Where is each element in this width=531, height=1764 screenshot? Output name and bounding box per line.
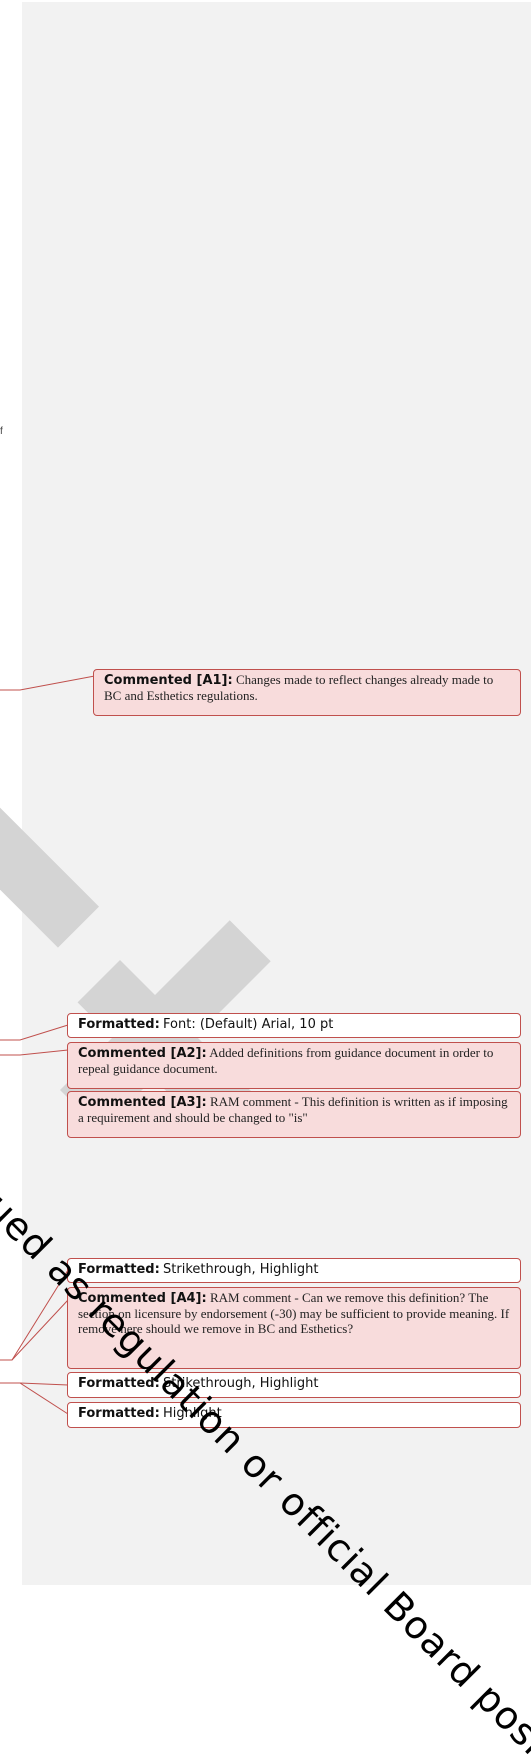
comment-balloon-a3[interactable]: Commented [A3]: RAM comment - This defin… — [67, 1091, 521, 1138]
comment-label: Commented [A3]: — [78, 1095, 207, 1110]
comment-balloon-a1[interactable]: Commented [A1]: Changes made to reflect … — [93, 669, 521, 716]
format-text: Strikethrough, Highlight — [163, 1262, 319, 1277]
format-label: Formatted: — [78, 1017, 160, 1032]
format-text: Font: (Default) Arial, 10 pt — [163, 1017, 334, 1032]
format-balloon-strike-2[interactable]: Formatted: Strikethrough, Highlight — [67, 1372, 521, 1398]
comment-label: Commented [A2]: — [78, 1046, 207, 1061]
cut-off-text: f — [0, 426, 3, 437]
format-balloon-strike-1[interactable]: Formatted: Strikethrough, Highlight — [67, 1258, 521, 1283]
format-balloon-font[interactable]: Formatted: Font: (Default) Arial, 10 pt — [67, 1013, 521, 1038]
comment-balloon-a2[interactable]: Commented [A2]: Added definitions from g… — [67, 1042, 521, 1089]
comment-label: Commented [A1]: — [104, 673, 233, 688]
format-balloon-highlight[interactable]: Formatted: Highlight — [67, 1402, 521, 1428]
format-label: Formatted: — [78, 1406, 160, 1421]
